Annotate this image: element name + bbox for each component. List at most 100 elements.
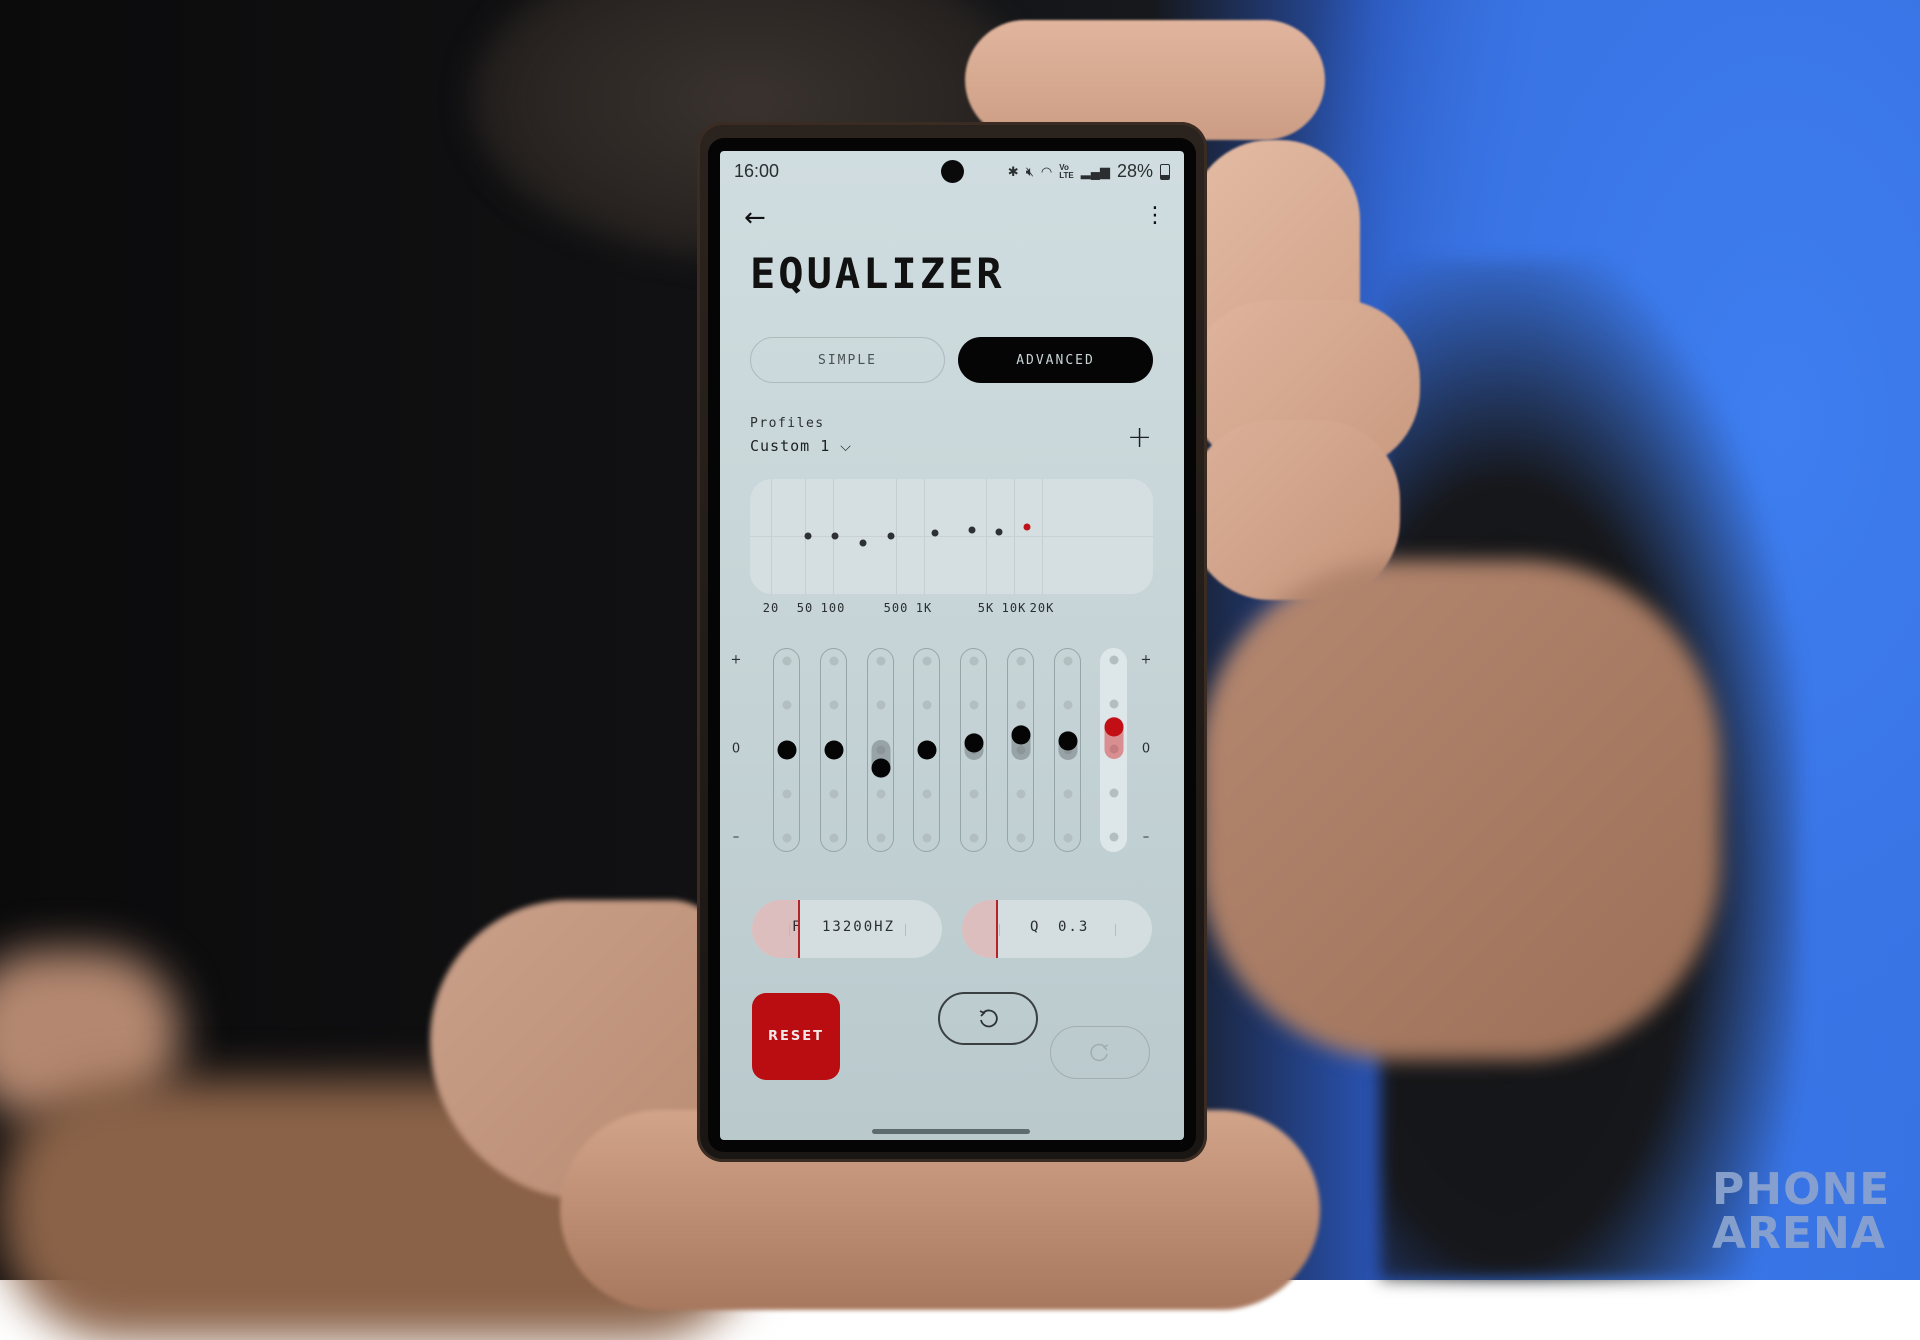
scale-zero-left: 0 — [731, 741, 741, 757]
slider-knob[interactable] — [1104, 717, 1123, 737]
band-slider-1[interactable] — [773, 648, 800, 852]
volte-icon: Vo LTE — [1059, 162, 1074, 180]
slider-step-dot — [782, 656, 791, 666]
more-options-icon[interactable]: ⋮ — [1144, 203, 1166, 228]
graph-band-point[interactable] — [887, 532, 895, 540]
page-title: EQUALIZER — [750, 249, 1005, 298]
add-profile-plus-icon[interactable]: + — [1127, 423, 1152, 453]
q-value: 0.3 — [1058, 919, 1090, 935]
slider-step-dot — [1063, 789, 1072, 799]
slider-step-dot — [1109, 832, 1118, 842]
wifi-6-icon: ◠ — [1040, 164, 1053, 179]
eq-response-graph — [750, 479, 1153, 594]
band-slider-7[interactable] — [1054, 648, 1081, 852]
home-indicator[interactable] — [872, 1129, 1030, 1134]
slider-knob[interactable] — [917, 740, 936, 760]
undo-icon — [979, 1009, 998, 1027]
graph-band-point[interactable] — [859, 539, 867, 547]
frequency-marker — [798, 900, 800, 958]
signal-icon: ▂▄▆ — [1080, 164, 1110, 179]
q-control[interactable]: Q 0.3 — [962, 900, 1152, 958]
scale-plus-right: + — [1140, 652, 1152, 668]
slider-step-dot — [829, 833, 838, 843]
slider-step-dot — [876, 700, 885, 710]
bluetooth-icon: ✱ — [1007, 164, 1019, 179]
watermark-line-2: ARENA — [1712, 1208, 1886, 1259]
slider-step-dot — [876, 789, 885, 799]
slider-step-dot — [1109, 788, 1118, 798]
freq-label: 1K — [915, 601, 933, 615]
slider-step-dot — [829, 656, 838, 666]
redo-button[interactable] — [1050, 1026, 1150, 1079]
slider-step-dot — [1016, 833, 1025, 843]
scale-zero-right: 0 — [1141, 741, 1151, 757]
slider-knob[interactable] — [1011, 725, 1030, 745]
scale-plus-left: + — [730, 652, 742, 668]
profiles-label: Profiles — [750, 416, 825, 431]
slider-step-dot — [1063, 833, 1072, 843]
frequency-control[interactable]: F 13200HZ — [752, 900, 942, 958]
status-time: 16:00 — [734, 161, 780, 181]
battery-percent: 28% — [1116, 161, 1153, 181]
band-slider-4[interactable] — [913, 648, 940, 852]
phonearena-watermark: PHONE ARENA — [1712, 1168, 1890, 1256]
freq-label: 20K — [1029, 601, 1055, 615]
q-tick-right — [1115, 924, 1116, 936]
slider-step-dot — [1109, 655, 1118, 665]
freq-label: 500 — [883, 601, 909, 615]
slider-knob[interactable] — [871, 758, 890, 778]
band-slider-5[interactable] — [960, 648, 987, 852]
profile-dropdown[interactable]: Custom 1 ⌵ — [750, 437, 852, 455]
graph-band-point[interactable] — [804, 532, 812, 540]
band-slider-3[interactable] — [867, 648, 894, 852]
frequency-tick-left — [789, 924, 790, 936]
q-tick-left — [999, 924, 1000, 936]
watermark-line-1: PHONE — [1712, 1164, 1891, 1215]
slider-step-dot — [969, 833, 978, 843]
band-slider-2[interactable] — [820, 648, 847, 852]
slider-knob[interactable] — [824, 740, 843, 760]
chevron-down-icon: ⌵ — [840, 439, 852, 455]
slider-step-dot — [969, 700, 978, 710]
status-icons: ✱ 🔇︎ ◠ Vo LTE ▂▄▆ 28% — [1008, 161, 1170, 182]
band-slider-6[interactable] — [1007, 648, 1034, 852]
slider-step-dot — [829, 700, 838, 710]
tab-advanced[interactable]: ADVANCED — [958, 337, 1153, 383]
slider-step-dot — [782, 700, 791, 710]
slider-step-dot — [1063, 700, 1072, 710]
scale-minus-right: – — [1142, 829, 1150, 845]
phone-screen: 16:00 ✱ 🔇︎ ◠ Vo LTE ▂▄▆ 28% ← ⋮ EQUALIZER… — [720, 151, 1184, 1140]
freq-label: 100 — [820, 601, 846, 615]
right-hand-back — [1200, 560, 1720, 1060]
graph-band-point[interactable] — [831, 532, 839, 540]
tab-simple[interactable]: SIMPLE — [750, 337, 945, 383]
slider-step-dot — [1016, 656, 1025, 666]
slider-step-dot — [922, 833, 931, 843]
undo-button[interactable] — [938, 992, 1038, 1045]
graph-band-point[interactable] — [1023, 523, 1031, 531]
graph-band-point[interactable] — [931, 529, 939, 537]
freq-label: 10K — [1001, 601, 1027, 615]
scale-minus-left: – — [732, 829, 740, 845]
slider-step-dot — [829, 789, 838, 799]
slider-step-dot — [1063, 656, 1072, 666]
slider-knob[interactable] — [964, 733, 983, 753]
redo-icon — [1090, 1043, 1109, 1061]
frequency-tick-right — [905, 924, 906, 936]
freq-label: 5K — [977, 601, 995, 615]
slider-step-dot — [1016, 700, 1025, 710]
graph-band-point[interactable] — [995, 528, 1003, 536]
graph-band-point[interactable] — [968, 526, 976, 534]
slider-step-dot — [922, 700, 931, 710]
front-camera — [941, 160, 964, 183]
reset-button[interactable]: RESET — [752, 993, 840, 1080]
slider-step-dot — [969, 789, 978, 799]
back-arrow-icon[interactable]: ← — [744, 203, 766, 233]
slider-step-dot — [922, 789, 931, 799]
vibrate-mute-icon: 🔇︎ — [1025, 164, 1034, 179]
slider-knob[interactable] — [1058, 731, 1077, 751]
q-prefix: Q — [1030, 919, 1041, 935]
band-slider-8[interactable] — [1100, 648, 1127, 852]
slider-step-dot — [969, 656, 978, 666]
slider-knob[interactable] — [777, 740, 796, 760]
